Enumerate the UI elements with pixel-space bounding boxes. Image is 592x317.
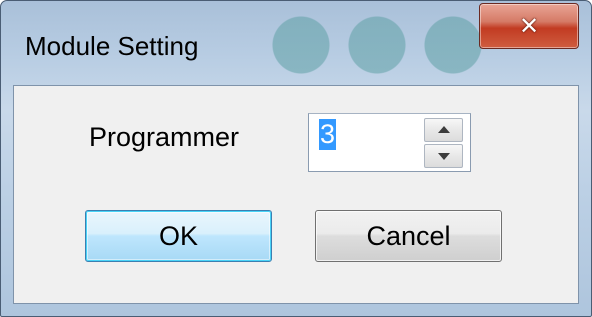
chevron-down-icon: [438, 153, 450, 160]
programmer-label: Programmer: [89, 122, 240, 152]
spin-up-button[interactable]: [424, 118, 463, 142]
programmer-input[interactable]: 3: [319, 119, 337, 150]
programmer-spinbox[interactable]: 3: [308, 113, 471, 172]
dialog-body: Programmer 3 OK Cancel: [13, 85, 579, 304]
ok-button[interactable]: OK: [85, 210, 272, 262]
spin-down-button[interactable]: [424, 144, 463, 168]
chevron-up-icon: [438, 126, 450, 133]
close-button[interactable]: ✕: [479, 3, 579, 49]
cancel-button[interactable]: Cancel: [315, 210, 502, 262]
title-bar[interactable]: Module Setting ✕: [1, 1, 591, 85]
close-icon: ✕: [518, 12, 540, 40]
module-setting-dialog: Module Setting ✕ Programmer 3 OK Cancel: [0, 0, 592, 317]
window-title: Module Setting: [25, 31, 199, 61]
